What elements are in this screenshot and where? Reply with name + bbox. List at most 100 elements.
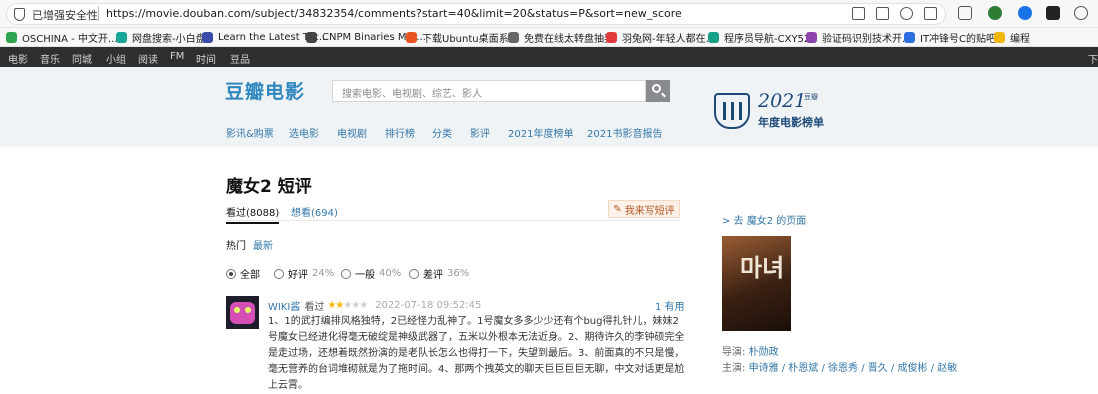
nav-fm[interactable]: FM (170, 51, 184, 62)
filter-all[interactable]: 全部 (226, 266, 260, 281)
filter-good[interactable]: 好评 24% (274, 266, 334, 281)
collections-icon[interactable] (958, 6, 972, 20)
sort-new[interactable]: 最新 (253, 237, 273, 252)
tab-watched[interactable]: 看过(8088) (226, 204, 280, 224)
bookmark-label: OSCHINA - 中文开... (22, 34, 118, 45)
sort-hot[interactable]: 热门 (226, 237, 246, 252)
site-nav: 电影 音乐 同城 小组 阅读 FM 时间 豆品 下 (0, 47, 1098, 67)
useful-vote-button[interactable]: 1 有用 (655, 298, 685, 313)
bookmark-item[interactable]: 免费在线太转盘抽奖 (508, 30, 614, 45)
address-bar: 已增强安全性 https://movie.douban.com/subject/… (0, 0, 1098, 28)
url-text[interactable]: https://movie.douban.com/subject/3483235… (106, 7, 682, 20)
media-icon[interactable] (1046, 6, 1060, 20)
subnav-tickets[interactable]: 影讯&购票 (226, 125, 274, 140)
movie-header: 豆瓣电影 搜索电影、电视剧、综艺、影人 影讯&购票 选电影 电视剧 排行榜 分类… (0, 67, 1098, 147)
badge-brand: 豆瓣 (804, 93, 818, 101)
cast-label: 主演: (722, 363, 749, 374)
favicon-icon (904, 32, 915, 43)
bookmark-label: IT冲锋号C的贴吧 (920, 34, 997, 45)
radio-icon (341, 268, 351, 279)
favicon-icon (6, 32, 17, 43)
font-size-icon[interactable] (900, 7, 913, 20)
subnav-2021-list[interactable]: 2021年度榜单 (508, 125, 573, 140)
nav-read[interactable]: 阅读 (138, 51, 158, 66)
folder-icon (994, 32, 1005, 43)
badge-emblem-icon (714, 93, 750, 129)
favicon-icon (116, 32, 127, 43)
subnav-2021-report[interactable]: 2021书影音报告 (587, 125, 662, 140)
avatar[interactable] (226, 296, 259, 329)
divider (98, 6, 99, 21)
subnav-pick-movie[interactable]: 选电影 (289, 125, 319, 140)
nav-group[interactable]: 小组 (106, 51, 126, 66)
bookmark-item[interactable]: 程序员导航-CXY521 (708, 30, 817, 45)
director-name[interactable]: 朴勋政 (749, 347, 779, 358)
bookmark-label: 网盘搜索-小白盘 (132, 34, 206, 45)
bookmark-label: 免费在线太转盘抽奖 (524, 34, 614, 45)
bookmarks-bar: OSCHINA - 中文开... 网盘搜索-小白盘 Learn the Late… (0, 28, 1098, 47)
settings-icon[interactable] (1074, 6, 1088, 20)
nav-music[interactable]: 音乐 (40, 51, 60, 66)
bookmark-label: 编程 (1010, 34, 1030, 45)
director-label: 导演: (722, 347, 749, 358)
shield-icon[interactable] (14, 8, 25, 21)
pencil-icon: ✎ (613, 203, 622, 215)
filter-pct: 36% (447, 268, 470, 279)
filter-pct: 40% (379, 268, 402, 279)
search-icon (652, 84, 661, 93)
bookmark-item[interactable]: 网盘搜索-小白盘 (116, 30, 206, 45)
comment-user[interactable]: WIKI酱 (268, 298, 300, 313)
favicon-icon (806, 32, 817, 43)
filter-label: 好评 (288, 270, 308, 281)
filter-pct: 24% (312, 268, 335, 279)
subnav-review[interactable]: 影评 (470, 125, 490, 140)
bookmark-item[interactable]: 编程 (994, 30, 1030, 45)
badge-year: 2021 (758, 90, 807, 112)
search-button[interactable] (646, 80, 670, 102)
write-comment-button[interactable]: ✎ 我来写短评 (608, 200, 680, 218)
annual-list-badge[interactable]: 2021 豆瓣 年度电影榜单 (714, 90, 832, 130)
nav-time[interactable]: 时间 (196, 51, 216, 66)
write-comment-label: 我来写短评 (624, 205, 675, 217)
app-icon[interactable] (876, 7, 889, 20)
bookmark-label: 羽兔网-年轻人都在... (622, 34, 716, 45)
comment-text: 1、1的武打编排风格独特，2已经怪力乱神了。1号魔女多多少少还有个bug得扎针儿… (268, 316, 685, 391)
favicon-icon (202, 32, 213, 43)
profile-icon[interactable] (1018, 6, 1032, 20)
read-mode-icon[interactable] (852, 7, 865, 20)
favicon-icon (508, 32, 519, 43)
nav-download[interactable]: 下 (1088, 51, 1098, 66)
subnav-rank[interactable]: 排行榜 (385, 125, 415, 140)
subnav-category[interactable]: 分类 (432, 125, 452, 140)
radio-icon (409, 268, 419, 279)
favicon-icon (306, 32, 317, 43)
search-input[interactable]: 搜索电影、电视剧、综艺、影人 (332, 80, 646, 102)
nav-market[interactable]: 豆品 (230, 51, 250, 66)
movie-poster[interactable]: 마녀 (722, 236, 791, 331)
tab-wish[interactable]: 想看(694) (291, 204, 338, 219)
nav-local[interactable]: 同城 (72, 51, 92, 66)
bookmark-item[interactable]: 羽兔网-年轻人都在... (606, 30, 715, 45)
bookmark-item[interactable]: OSCHINA - 中文开... (6, 30, 118, 45)
cast-names[interactable]: 申诗雅 / 朴恩斌 / 徐恩秀 / 晋久 / 成俊彬 / 赵敏 (749, 363, 958, 374)
nav-movie[interactable]: 电影 (8, 51, 28, 66)
favorite-icon[interactable] (924, 7, 937, 20)
extension-icon[interactable] (988, 6, 1002, 20)
comment-header: WIKI酱 看过 ★★★★★ 2022-07-18 09:52:45 (268, 298, 481, 313)
cast-line: 主演: 申诗雅 / 朴恩斌 / 徐恩秀 / 晋久 / 成俊彬 / 赵敏 (722, 359, 957, 374)
movie-page-link[interactable]: > 去 魔女2 的页面 (722, 212, 806, 227)
bookmark-item[interactable]: 验证码识别技术开... (806, 30, 912, 45)
security-label[interactable]: 已增强安全性 (32, 7, 98, 23)
bookmark-item[interactable]: 下载Ubuntu桌面系... (406, 30, 518, 45)
page-title: 魔女2 短评 (226, 177, 312, 197)
filter-label: 差评 (423, 270, 443, 281)
douban-movie-logo[interactable]: 豆瓣电影 (225, 77, 305, 104)
favicon-icon (406, 32, 417, 43)
filter-neutral[interactable]: 一般 40% (341, 266, 401, 281)
bookmark-item[interactable]: IT冲锋号C的贴吧 (904, 30, 996, 45)
comment-time: 2022-07-18 09:52:45 (375, 300, 482, 311)
filter-bad[interactable]: 差评 36% (409, 266, 469, 281)
search-placeholder: 搜索电影、电视剧、综艺、影人 (342, 89, 482, 100)
filter-label: 全部 (240, 270, 260, 281)
subnav-tv[interactable]: 电视剧 (337, 125, 367, 140)
